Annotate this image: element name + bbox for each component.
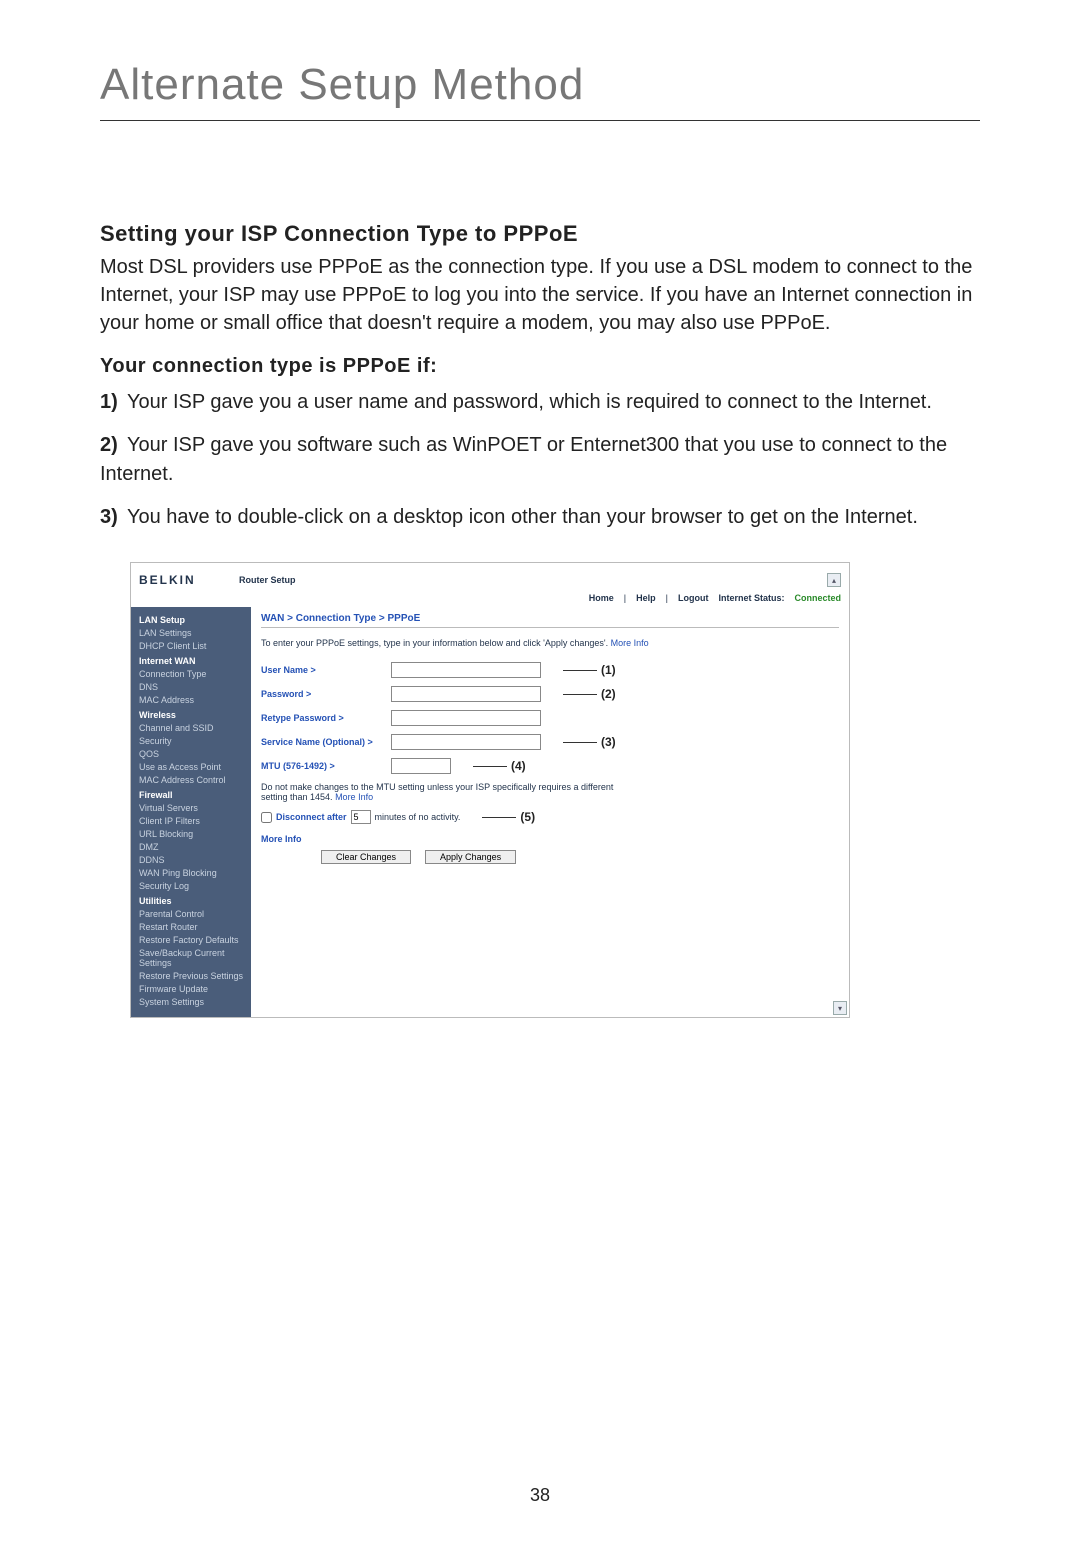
section-heading: Setting your ISP Connection Type to PPPo…	[100, 221, 980, 247]
mtu-input[interactable]	[391, 758, 451, 774]
sidebar-item[interactable]: DNS	[139, 682, 251, 692]
username-input[interactable]	[391, 662, 541, 678]
list-num: 1)	[100, 391, 118, 413]
list-item: 2) Your ISP gave you software such as Wi…	[100, 431, 980, 489]
more-info-link[interactable]: More Info	[611, 638, 649, 648]
mtu-note-text: Do not make changes to the MTU setting u…	[261, 782, 613, 802]
sidebar-item[interactable]: Security Log	[139, 881, 251, 891]
page-title: Alternate Setup Method	[100, 60, 980, 121]
info-text: To enter your PPPoE settings, type in yo…	[261, 638, 611, 648]
sidebar-item[interactable]: Channel and SSID	[139, 723, 251, 733]
criteria-list: 1) Your ISP gave you a user name and pas…	[100, 388, 980, 532]
nav-help[interactable]: Help	[636, 593, 656, 603]
callout-5: (5)	[520, 810, 535, 824]
sidebar-item[interactable]: System Settings	[139, 997, 251, 1007]
status-value: Connected	[794, 593, 841, 603]
retype-password-input[interactable]	[391, 710, 541, 726]
sidebar-item[interactable]: DHCP Client List	[139, 641, 251, 651]
more-info-link[interactable]: More Info	[261, 834, 839, 844]
disconnect-minutes-input[interactable]	[351, 810, 371, 824]
retype-password-label: Retype Password >	[261, 713, 391, 723]
sidebar-item[interactable]: LAN Settings	[139, 628, 251, 638]
more-info-link[interactable]: More Info	[335, 792, 373, 802]
disconnect-checkbox[interactable]	[261, 812, 272, 823]
sidebar-item[interactable]: Firmware Update	[139, 984, 251, 994]
sidebar-cat: LAN Setup	[139, 615, 251, 625]
sidebar-item[interactable]: Client IP Filters	[139, 816, 251, 826]
list-item: 3) You have to double-click on a desktop…	[100, 503, 980, 532]
sidebar-item[interactable]: QOS	[139, 749, 251, 759]
sidebar-item[interactable]: DMZ	[139, 842, 251, 852]
info-line: To enter your PPPoE settings, type in yo…	[261, 638, 839, 648]
callout-1: (1)	[601, 663, 616, 677]
sidebar-item[interactable]: Security	[139, 736, 251, 746]
list-item: 1) Your ISP gave you a user name and pas…	[100, 388, 980, 417]
sidebar-item[interactable]: MAC Address Control	[139, 775, 251, 785]
sidebar-item[interactable]: DDNS	[139, 855, 251, 865]
list-text: Your ISP gave you software such as WinPO…	[100, 434, 947, 485]
password-label: Password >	[261, 689, 391, 699]
list-text: You have to double-click on a desktop ic…	[122, 506, 918, 528]
sidebar-item[interactable]: Save/Backup Current Settings	[139, 948, 251, 968]
router-header: BELKIN Router Setup ▴	[131, 563, 849, 593]
sidebar-cat: Firewall	[139, 790, 251, 800]
sidebar-item[interactable]: Virtual Servers	[139, 803, 251, 813]
sidebar: LAN Setup LAN Settings DHCP Client List …	[131, 607, 251, 1017]
mtu-label: MTU (576-1492) >	[261, 761, 391, 771]
service-name-input[interactable]	[391, 734, 541, 750]
sidebar-item[interactable]: MAC Address	[139, 695, 251, 705]
router-header-title: Router Setup	[239, 575, 296, 585]
sidebar-item[interactable]: Parental Control	[139, 909, 251, 919]
sidebar-item[interactable]: URL Blocking	[139, 829, 251, 839]
scroll-up-icon[interactable]: ▴	[827, 573, 841, 587]
sidebar-item[interactable]: Use as Access Point	[139, 762, 251, 772]
router-top-nav: Home| Help| Logout Internet Status: Conn…	[131, 593, 849, 607]
password-input[interactable]	[391, 686, 541, 702]
sidebar-item[interactable]: Restore Factory Defaults	[139, 935, 251, 945]
service-name-label: Service Name (Optional) >	[261, 737, 391, 747]
username-label: User Name >	[261, 665, 391, 675]
status-label: Internet Status:	[718, 593, 784, 603]
sidebar-cat: Internet WAN	[139, 656, 251, 666]
list-text: Your ISP gave you a user name and passwo…	[122, 391, 932, 413]
apply-changes-button[interactable]: Apply Changes	[425, 850, 516, 864]
sidebar-item[interactable]: Restart Router	[139, 922, 251, 932]
brand-logo: BELKIN	[139, 573, 239, 587]
breadcrumb: WAN > Connection Type > PPPoE	[261, 613, 839, 628]
callout-3: (3)	[601, 735, 616, 749]
sidebar-item[interactable]: Connection Type	[139, 669, 251, 679]
callout-4: (4)	[511, 759, 526, 773]
content-pane: WAN > Connection Type > PPPoE To enter y…	[251, 607, 849, 1017]
clear-changes-button[interactable]: Clear Changes	[321, 850, 411, 864]
list-num: 2)	[100, 434, 118, 456]
sidebar-item[interactable]: Restore Previous Settings	[139, 971, 251, 981]
callout-2: (2)	[601, 687, 616, 701]
sidebar-cat: Wireless	[139, 710, 251, 720]
section-body: Most DSL providers use PPPoE as the conn…	[100, 253, 980, 337]
page-number: 38	[0, 1485, 1080, 1506]
sidebar-cat: Utilities	[139, 896, 251, 906]
nav-logout[interactable]: Logout	[678, 593, 709, 603]
disconnect-suffix: minutes of no activity.	[375, 812, 461, 822]
list-num: 3)	[100, 506, 118, 528]
mtu-note: Do not make changes to the MTU setting u…	[261, 782, 621, 802]
disconnect-label: Disconnect after	[276, 812, 347, 822]
sub-heading: Your connection type is PPPoE if:	[100, 355, 980, 378]
nav-home[interactable]: Home	[589, 593, 614, 603]
router-screenshot: BELKIN Router Setup ▴ Home| Help| Logout…	[130, 562, 850, 1018]
sidebar-item[interactable]: WAN Ping Blocking	[139, 868, 251, 878]
scroll-down-icon[interactable]: ▾	[833, 1001, 847, 1015]
